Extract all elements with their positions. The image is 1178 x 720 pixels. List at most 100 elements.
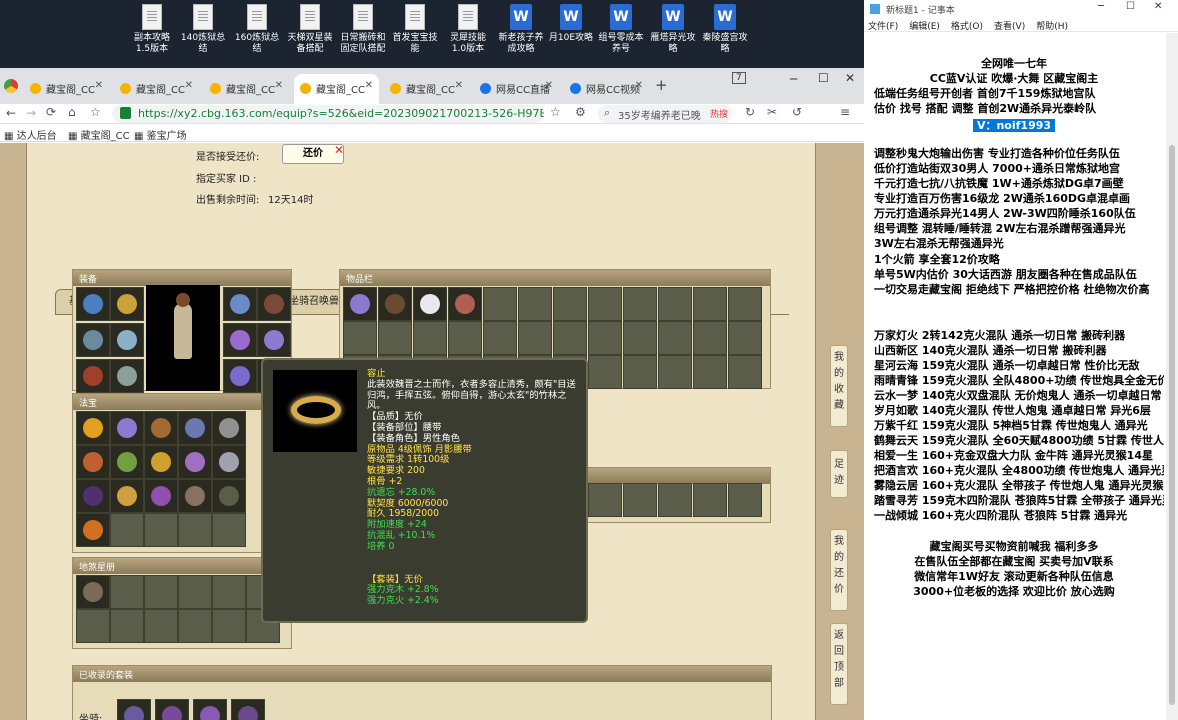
inventory-slot[interactable] bbox=[728, 287, 762, 321]
tab-close-icon[interactable]: ✕ bbox=[545, 80, 553, 91]
inventory-slot[interactable] bbox=[693, 287, 727, 321]
tab-counter-icon[interactable]: 7 bbox=[732, 72, 746, 84]
minimize-icon[interactable]: ─ bbox=[790, 72, 797, 86]
address-bar[interactable]: https://xy2.cbg.163.com/equip?s=526&eid=… bbox=[112, 105, 544, 123]
notepad-minimize-icon[interactable]: ─ bbox=[1098, 1, 1104, 12]
inventory-slot[interactable] bbox=[448, 321, 482, 355]
fabao-slot[interactable] bbox=[76, 513, 110, 547]
bookmark-star-icon[interactable]: ☆ bbox=[550, 105, 561, 119]
equip-slot[interactable] bbox=[76, 323, 110, 357]
fabao-slot[interactable] bbox=[76, 479, 110, 513]
fabao-slot[interactable] bbox=[212, 479, 246, 513]
browser-tab-5[interactable]: 网易CC直播 ✕ bbox=[474, 74, 559, 104]
side-history-button[interactable]: 足迹 bbox=[830, 450, 848, 498]
inventory-slot[interactable] bbox=[658, 355, 692, 389]
tab-close-icon[interactable]: ✕ bbox=[455, 80, 463, 91]
star-icon[interactable]: ☆ bbox=[90, 105, 101, 119]
search-box[interactable]: ⌕ 35岁考编养老已晚 热搜 bbox=[598, 105, 732, 123]
inventory-slot[interactable] bbox=[658, 321, 692, 355]
fabao-slot[interactable] bbox=[212, 513, 246, 547]
desktop-icon-1[interactable]: 140炼狱总结 bbox=[178, 4, 228, 55]
inventory-slot[interactable] bbox=[588, 355, 622, 389]
reload-icon[interactable]: ⟳ bbox=[46, 105, 56, 119]
inventory-slot[interactable] bbox=[588, 287, 622, 321]
equip-slot[interactable] bbox=[76, 287, 110, 321]
tab-close-icon[interactable]: ✕ bbox=[275, 80, 283, 91]
fabao-slot[interactable] bbox=[76, 411, 110, 445]
fabao-slot[interactable] bbox=[178, 479, 212, 513]
inventory-slot[interactable] bbox=[553, 321, 587, 355]
fabao-slot[interactable] bbox=[212, 445, 246, 479]
inventory-slot[interactable] bbox=[693, 483, 727, 517]
fabao-slot[interactable] bbox=[212, 411, 246, 445]
notepad-menu-item[interactable]: 格式(O) bbox=[951, 22, 983, 32]
notepad-menu-item[interactable]: 编辑(E) bbox=[909, 22, 940, 32]
dixian-slot[interactable] bbox=[178, 575, 212, 609]
fabao-slot[interactable] bbox=[178, 513, 212, 547]
dixian-slot[interactable] bbox=[144, 575, 178, 609]
inventory-slot[interactable] bbox=[518, 321, 552, 355]
fabao-slot[interactable] bbox=[110, 411, 144, 445]
desktop-icon-4[interactable]: 日常搬砖和固定队搭配 bbox=[338, 4, 388, 55]
side-top-button[interactable]: 返回顶部 bbox=[830, 623, 848, 705]
inventory-slot[interactable] bbox=[693, 355, 727, 389]
history-icon[interactable]: ↻ bbox=[745, 105, 755, 119]
notepad-scroll-thumb[interactable] bbox=[1169, 145, 1175, 705]
fabao-slot[interactable] bbox=[144, 513, 178, 547]
inventory-slot[interactable] bbox=[413, 321, 447, 355]
fabao-slot[interactable] bbox=[144, 479, 178, 513]
notepad-text-area[interactable]: 全网唯一七年 CC蓝V认证 吹爆·大舞 区藏宝阁主 低端任务组号开创者 首创7千15… bbox=[864, 33, 1164, 720]
new-tab-button[interactable]: + bbox=[655, 76, 668, 94]
fabao-slot[interactable] bbox=[144, 445, 178, 479]
notepad-close-icon[interactable]: ✕ bbox=[1154, 1, 1162, 12]
inventory-slot[interactable] bbox=[448, 287, 482, 321]
notepad-menu-item[interactable]: 文件(F) bbox=[868, 22, 898, 32]
browser-tab-3[interactable]: 藏宝阁_CC ✕ bbox=[294, 74, 379, 104]
equip-slot[interactable] bbox=[223, 323, 257, 357]
fabao-slot[interactable] bbox=[110, 513, 144, 547]
menu-icon[interactable]: ≡ bbox=[840, 105, 850, 119]
bookmark-jianbao[interactable]: ▦ 鉴宝广场 bbox=[134, 127, 187, 142]
fabao-slot[interactable] bbox=[110, 445, 144, 479]
browser-tab-4[interactable]: 藏宝阁_CC ✕ bbox=[384, 74, 469, 104]
notepad-scrollbar[interactable] bbox=[1166, 33, 1178, 720]
inventory-slot[interactable] bbox=[623, 355, 657, 389]
side-favorites-button[interactable]: 我的收藏 bbox=[830, 345, 848, 427]
collected-item-slot[interactable] bbox=[231, 699, 265, 720]
equip-slot[interactable] bbox=[110, 359, 144, 393]
desktop-icon-5[interactable]: 首发宝宝技能 bbox=[390, 4, 440, 55]
dixian-slot[interactable] bbox=[212, 609, 246, 643]
inventory-slot[interactable] bbox=[588, 483, 622, 517]
notepad-menu-item[interactable]: 帮助(H) bbox=[1036, 22, 1068, 32]
dixian-slot[interactable] bbox=[110, 575, 144, 609]
inventory-slot[interactable] bbox=[728, 321, 762, 355]
fabao-slot[interactable] bbox=[110, 479, 144, 513]
inventory-slot[interactable] bbox=[623, 287, 657, 321]
desktop-icon-10[interactable]: W 雁塔异光攻略 bbox=[648, 4, 698, 55]
fabao-slot[interactable] bbox=[178, 445, 212, 479]
equip-slot[interactable] bbox=[223, 359, 257, 393]
undo-icon[interactable]: ↺ bbox=[792, 105, 802, 119]
dixian-slot[interactable] bbox=[76, 609, 110, 643]
inventory-slot[interactable] bbox=[378, 321, 412, 355]
browser-tab-2[interactable]: 藏宝阁_CC ✕ bbox=[204, 74, 289, 104]
equip-slot[interactable] bbox=[76, 359, 110, 393]
equip-slot[interactable] bbox=[257, 287, 291, 321]
inventory-slot[interactable] bbox=[588, 321, 622, 355]
collected-item-slot[interactable] bbox=[117, 699, 151, 720]
desktop-icon-7[interactable]: W 新老孩子养成攻略 bbox=[496, 4, 546, 55]
inventory-slot[interactable] bbox=[693, 321, 727, 355]
dixian-slot[interactable] bbox=[178, 609, 212, 643]
browser-tab-1[interactable]: 藏宝阁_CC ✕ bbox=[114, 74, 199, 104]
inventory-slot[interactable] bbox=[728, 483, 762, 517]
notepad-menu-item[interactable]: 查看(V) bbox=[994, 22, 1025, 32]
inventory-slot[interactable] bbox=[623, 321, 657, 355]
equip-slot[interactable] bbox=[110, 323, 144, 357]
equip-slot[interactable] bbox=[110, 287, 144, 321]
browser-tab-0[interactable]: 藏宝阁_CC ✕ bbox=[24, 74, 109, 104]
dixian-slot[interactable] bbox=[76, 575, 110, 609]
desktop-icon-6[interactable]: 灵犀技能1.0版本 bbox=[443, 4, 493, 55]
dixian-slot[interactable] bbox=[212, 575, 246, 609]
side-bargain-button[interactable]: 我的还价 bbox=[830, 529, 848, 611]
tab-close-icon[interactable]: ✕ bbox=[635, 80, 643, 91]
